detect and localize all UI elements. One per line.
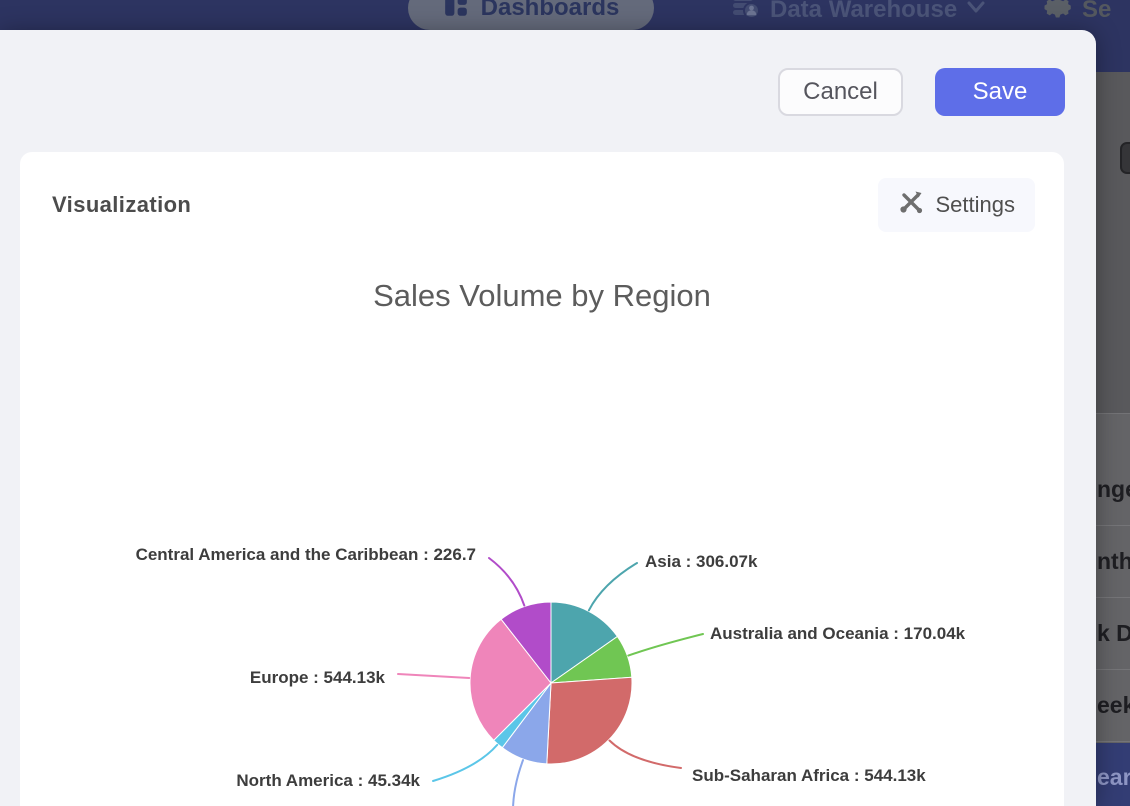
nav-tab-dashboards-label: Dashboards (481, 0, 620, 22)
panel-title: Visualization (52, 192, 191, 218)
tools-icon (898, 189, 924, 221)
nav-tab-dashboards[interactable]: Dashboards (408, 0, 654, 30)
nav-item-settings-label: Se (1082, 0, 1111, 24)
chevron-down-icon (967, 0, 985, 19)
gear-icon (1044, 0, 1074, 27)
nav-item-settings[interactable]: Se (1044, 0, 1111, 27)
chart-settings-button[interactable]: Settings (878, 178, 1036, 232)
nav-item-data-warehouse-label: Data Warehouse (770, 0, 957, 24)
hidden-button-fragment (1120, 142, 1130, 174)
chart-settings-label: Settings (936, 192, 1016, 218)
cancel-button[interactable]: Cancel (778, 68, 903, 116)
database-user-icon (730, 0, 760, 27)
nav-item-data-warehouse[interactable]: Data Warehouse (730, 0, 985, 27)
dashboards-icon (443, 0, 469, 24)
chart-title: Sales Volume by Region (20, 278, 1064, 314)
save-button[interactable]: Save (935, 68, 1065, 116)
